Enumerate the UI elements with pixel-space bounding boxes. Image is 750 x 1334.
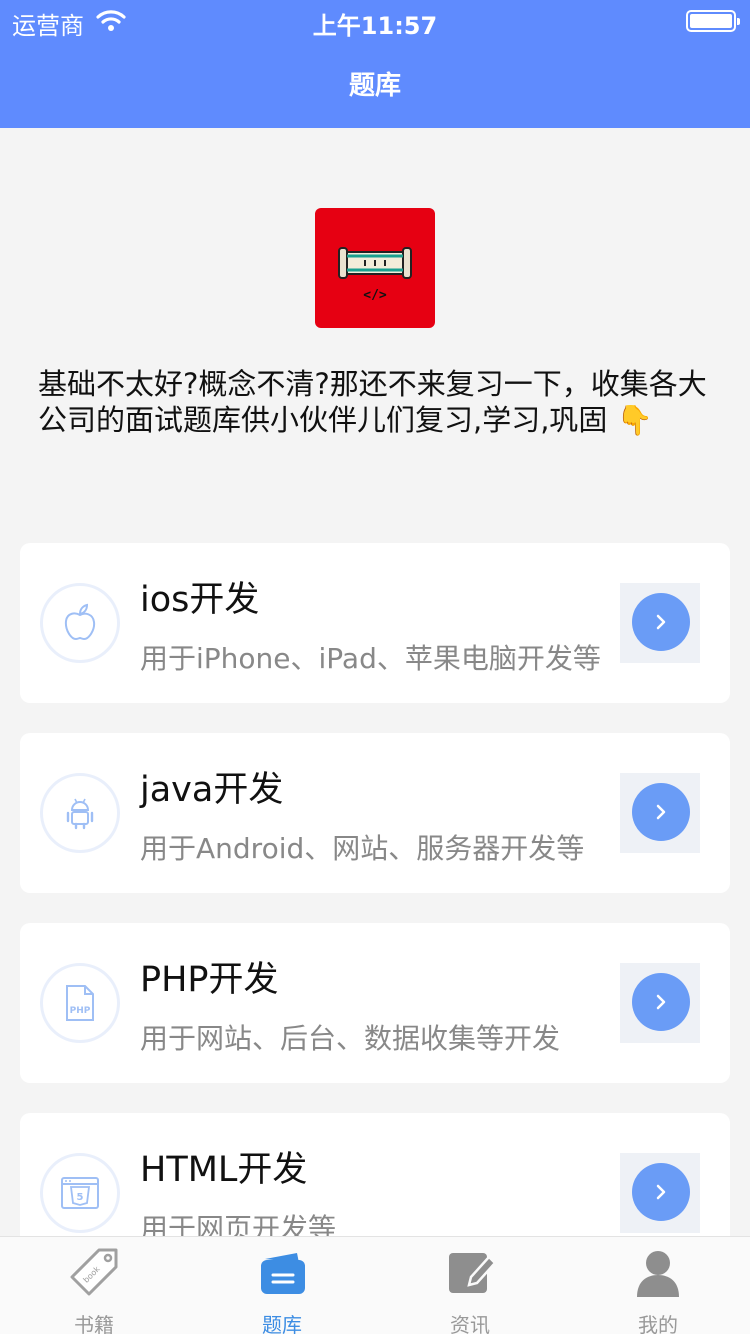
status-bar: 运营商 上午11:57 xyxy=(0,0,750,40)
status-time: 上午11:57 xyxy=(312,12,438,40)
tab-profile[interactable]: 我的 xyxy=(564,1237,750,1334)
tab-news[interactable]: 资讯 xyxy=(376,1237,564,1334)
go-button[interactable] xyxy=(632,973,690,1031)
svg-text:PHP: PHP xyxy=(70,1006,91,1016)
battery-icon xyxy=(686,10,740,32)
tab-profile-label: 我的 xyxy=(638,1313,678,1334)
course-title: java开发 xyxy=(140,770,284,810)
course-card-ios[interactable]: ios开发 用于iPhone、iPad、苹果电脑开发等 xyxy=(20,543,730,703)
course-title: PHP开发 xyxy=(140,960,279,1000)
android-icon xyxy=(66,798,94,830)
course-icon-badge xyxy=(40,583,120,663)
tab-news-label: 资讯 xyxy=(450,1313,490,1334)
course-card-java[interactable]: java开发 用于Android、网站、服务器开发等 xyxy=(20,733,730,893)
course-icon-badge: 5 xyxy=(40,1153,120,1233)
scroll-code-icon: </> xyxy=(338,247,412,303)
course-icon-badge xyxy=(40,773,120,853)
go-button[interactable] xyxy=(632,1163,690,1221)
question-bank-logo: </> xyxy=(315,208,435,328)
html5-icon: 5 xyxy=(61,1177,99,1209)
go-button[interactable] xyxy=(632,783,690,841)
page-title: 题库 xyxy=(348,71,401,101)
book-tag-icon: book xyxy=(70,1248,118,1296)
chevron-right-icon xyxy=(656,614,666,630)
news-icon xyxy=(449,1253,495,1293)
question-bank-icon xyxy=(261,1253,305,1294)
go-button-bg xyxy=(620,963,700,1043)
go-button[interactable] xyxy=(632,593,690,651)
profile-icon xyxy=(637,1251,679,1297)
course-description: 用于iPhone、iPad、苹果电脑开发等 xyxy=(140,642,601,675)
chevron-right-icon xyxy=(656,1184,666,1200)
go-button-bg xyxy=(620,1153,700,1233)
svg-text:5: 5 xyxy=(77,1192,84,1203)
course-card-php[interactable]: PHP PHP开发 用于网站、后台、数据收集等开发 xyxy=(20,923,730,1083)
go-button-bg xyxy=(620,583,700,663)
nav-bar: 题库 xyxy=(0,40,750,128)
go-button-bg xyxy=(620,773,700,853)
chevron-right-icon xyxy=(656,994,666,1010)
course-description: 用于Android、网站、服务器开发等 xyxy=(140,832,585,865)
tab-books-label: 书籍 xyxy=(74,1313,114,1334)
course-title: ios开发 xyxy=(140,580,260,620)
chevron-right-icon xyxy=(656,804,666,820)
hero-description: 基础不太好?概念不清?那还不来复习一下，收集各大公司的面试题库供小伙伴儿们复习,… xyxy=(38,367,707,437)
tab-question-bank-label: 题库 xyxy=(262,1313,302,1334)
apple-icon xyxy=(64,603,96,641)
tab-bar: book 书籍 题库 资讯 我的 xyxy=(0,1236,750,1334)
tab-books[interactable]: book 书籍 xyxy=(0,1237,188,1334)
logo-code-label: </> xyxy=(363,288,387,303)
php-file-icon: PHP xyxy=(66,985,94,1021)
course-description: 用于网站、后台、数据收集等开发 xyxy=(140,1022,561,1055)
tab-question-bank[interactable]: 题库 xyxy=(188,1237,376,1334)
course-title: HTML开发 xyxy=(140,1150,308,1190)
course-icon-badge: PHP xyxy=(40,963,120,1043)
